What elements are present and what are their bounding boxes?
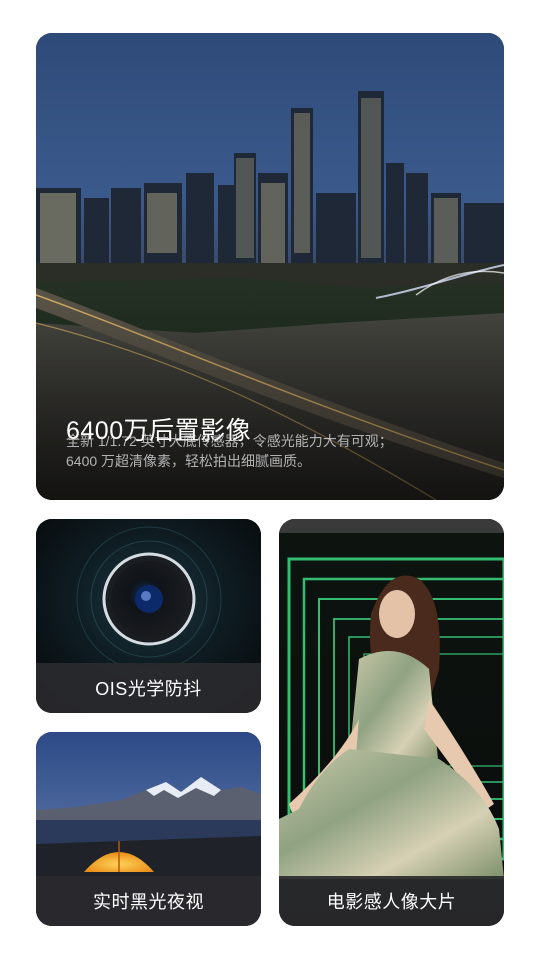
portrait-caption: 电影感人像大片 <box>279 876 504 926</box>
hero-feature-card[interactable]: 6400万后置影像 全新 1/1.72 英寸大底传感器，令感光能力大有可观； 6… <box>36 33 504 500</box>
ois-feature-card[interactable]: OIS光学防抖 <box>36 519 261 713</box>
portrait-feature-card[interactable]: 电影感人像大片 <box>279 519 504 926</box>
ois-caption: OIS光学防抖 <box>36 663 261 713</box>
night-vision-feature-card[interactable]: 实时黑光夜视 <box>36 732 261 926</box>
night-vision-caption: 实时黑光夜视 <box>36 876 261 926</box>
hero-description-line: 全新 1/1.72 英寸大底传感器，令感光能力大有可观； <box>66 433 393 449</box>
neon-portrait-image <box>279 519 504 926</box>
feature-gallery: 6400万后置影像 全新 1/1.72 英寸大底传感器，令感光能力大有可观； 6… <box>0 0 540 960</box>
hero-description: 全新 1/1.72 英寸大底传感器，令感光能力大有可观； 6400 万超清像素，… <box>66 431 476 471</box>
hero-description-line: 6400 万超清像素，轻松拍出细腻画质。 <box>66 453 312 469</box>
